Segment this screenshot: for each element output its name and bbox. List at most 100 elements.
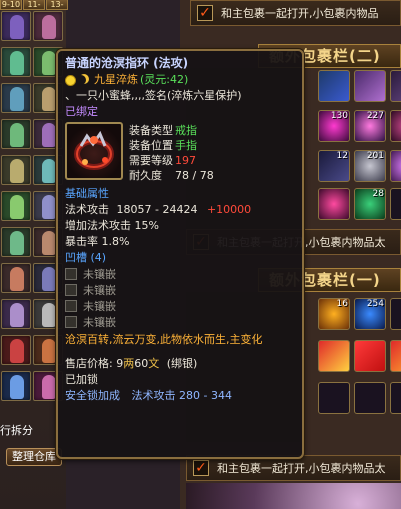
level-value: 197 bbox=[175, 154, 196, 167]
tab-13-14[interactable]: 13-14 bbox=[46, 0, 68, 10]
bag-slot[interactable]: 227 bbox=[354, 110, 386, 142]
bag-slot[interactable]: 130 bbox=[318, 110, 350, 142]
empty-socket-icon bbox=[65, 284, 77, 296]
item-count: 201 bbox=[366, 151, 384, 161]
bag-slot-empty[interactable] bbox=[318, 382, 350, 414]
position-value: 手指 bbox=[175, 139, 197, 152]
warehouse-slot[interactable] bbox=[1, 11, 31, 41]
split-label[interactable]: 行拆分 bbox=[0, 422, 58, 438]
lock-status: 已加锁 bbox=[65, 373, 98, 386]
item-count: 28 bbox=[372, 189, 384, 199]
bag-slot[interactable] bbox=[354, 70, 386, 102]
warehouse-slot[interactable] bbox=[33, 11, 63, 41]
refine-row: 九星淬炼 (灵元:42) bbox=[65, 72, 295, 88]
option-label: 和主包裹一起打开,小包裹内物品 bbox=[221, 7, 379, 20]
socket-row: 未镶嵌 bbox=[65, 298, 295, 314]
socket-status: 未镶嵌 bbox=[83, 316, 116, 329]
item-detail-block: 装备类型 戒指 装备位置 手指 需要等级 197 耐久度 78 / 78 bbox=[65, 122, 295, 186]
magic-attack-bonus: +10000 bbox=[206, 203, 252, 216]
item-name: 普通的沧溟指环 (法攻) bbox=[65, 56, 189, 70]
checkbox-checked[interactable]: ✓ bbox=[197, 5, 213, 21]
item-count: 227 bbox=[366, 111, 384, 121]
type-label: 装备类型 bbox=[129, 124, 173, 137]
bag-slot[interactable] bbox=[390, 150, 401, 182]
warehouse-slot[interactable] bbox=[1, 263, 31, 293]
item-count: 130 bbox=[330, 111, 348, 121]
type-value: 戒指 bbox=[175, 124, 197, 137]
signature-line: 、一只小蜜蜂,,,,签名(淬炼六星保护) bbox=[65, 89, 242, 102]
bag-slot[interactable] bbox=[354, 340, 386, 372]
safe-lock-stat: 法术攻击 280 - 344 bbox=[131, 389, 232, 402]
bag-slot-empty[interactable] bbox=[390, 382, 401, 414]
item-stats: 装备类型 戒指 装备位置 手指 需要等级 197 耐久度 78 / 78 bbox=[129, 122, 214, 186]
bag-slot[interactable]: 28 bbox=[354, 188, 386, 220]
price-liang-unit: 两 bbox=[123, 357, 135, 370]
bag-slot[interactable] bbox=[318, 188, 350, 220]
socket-row: 未镶嵌 bbox=[65, 314, 295, 330]
tab-11-12[interactable]: 11-12 bbox=[23, 0, 45, 10]
price-wen-unit: 文 bbox=[148, 357, 160, 370]
magic-attack-percent: 增加法术攻击 15% bbox=[65, 219, 159, 232]
warehouse-slot[interactable] bbox=[1, 119, 31, 149]
bag-slot-empty[interactable] bbox=[354, 382, 386, 414]
socket-row: 未镶嵌 bbox=[65, 282, 295, 298]
warehouse-slot[interactable] bbox=[1, 335, 31, 365]
safe-lock-label: 安全锁加成 bbox=[65, 389, 120, 402]
tab-9-10[interactable]: 9-10 bbox=[0, 0, 22, 10]
flavor-text: 沧溟百转,流云万变,此物依水而生,主变化 bbox=[65, 333, 263, 346]
bag-slot-empty[interactable] bbox=[390, 298, 401, 330]
bag-slot[interactable]: 201 bbox=[354, 150, 386, 182]
empty-socket-icon bbox=[65, 268, 77, 280]
crit-rate: 暴击率 1.8% bbox=[65, 235, 130, 248]
warehouse-slot[interactable] bbox=[1, 83, 31, 113]
durability-value: 78 / 78 bbox=[175, 169, 214, 182]
socket-header: 凹槽 (4) bbox=[65, 251, 107, 264]
bag-slot[interactable] bbox=[318, 70, 350, 102]
magic-attack-value: 18057 - 24424 bbox=[116, 203, 198, 216]
bag-slot[interactable]: 16 bbox=[318, 298, 350, 330]
warehouse-slot[interactable] bbox=[1, 47, 31, 77]
magic-attack-label: 法术攻击 bbox=[65, 203, 109, 216]
durability-label: 耐久度 bbox=[129, 169, 162, 182]
ring-icon bbox=[65, 122, 123, 180]
warehouse-slot[interactable] bbox=[1, 299, 31, 329]
socket-row: 未镶嵌 bbox=[65, 266, 295, 282]
base-attributes-header: 基础属性 bbox=[65, 187, 109, 200]
bag-slot[interactable] bbox=[390, 70, 401, 102]
socket-status: 未镶嵌 bbox=[83, 268, 116, 281]
price-wen: 60 bbox=[134, 357, 149, 370]
scene-background-art bbox=[186, 483, 401, 509]
position-label: 装备位置 bbox=[129, 139, 173, 152]
warehouse-slot[interactable] bbox=[1, 191, 31, 221]
bag-slot[interactable]: 12 bbox=[318, 150, 350, 182]
empty-socket-icon bbox=[65, 300, 77, 312]
price-note: (绑银) bbox=[166, 357, 198, 370]
spirit-value: (灵元:42) bbox=[140, 73, 189, 86]
option-label: 和主包裹一起打开,小包裹内物品太 bbox=[217, 462, 386, 475]
item-tooltip: 普通的沧溟指环 (法攻) 九星淬炼 (灵元:42) 、一只小蜜蜂,,,,签名(淬… bbox=[56, 49, 304, 459]
bag-slot[interactable]: 254 bbox=[354, 298, 386, 330]
warehouse-tabs: 9-10 11-12 13-14 bbox=[0, 0, 69, 10]
bag-slot[interactable] bbox=[390, 110, 401, 142]
bag-slot[interactable] bbox=[390, 340, 401, 372]
warehouse-slot[interactable] bbox=[1, 227, 31, 257]
bag-slot[interactable] bbox=[318, 340, 350, 372]
refine-level: 九星淬炼 bbox=[94, 73, 138, 86]
warehouse-slot[interactable] bbox=[1, 371, 31, 401]
ring-graphic bbox=[74, 130, 114, 170]
open-with-main-bag-option-top[interactable]: ✓ 和主包裹一起打开,小包裹内物品 bbox=[190, 0, 401, 26]
level-label: 需要等级 bbox=[129, 154, 173, 167]
warehouse-slot[interactable] bbox=[1, 155, 31, 185]
bag-slot-empty[interactable] bbox=[390, 188, 401, 220]
empty-socket-icon bbox=[65, 316, 77, 328]
sort-warehouse-button[interactable]: 整理仓库 bbox=[6, 448, 62, 466]
moon-icon bbox=[76, 75, 86, 85]
socket-status: 未镶嵌 bbox=[83, 300, 116, 313]
item-count: 16 bbox=[336, 299, 348, 309]
item-count: 254 bbox=[366, 299, 384, 309]
price-label: 售店价格: bbox=[65, 357, 113, 370]
game-scene: ✓ 和主包裹一起打开,小包裹内物品 额外包裹栏(二) 130 227 12 20… bbox=[0, 0, 401, 509]
socket-status: 未镶嵌 bbox=[83, 284, 116, 297]
smile-icon bbox=[65, 74, 76, 86]
checkbox-checked[interactable]: ✓ bbox=[193, 460, 209, 476]
